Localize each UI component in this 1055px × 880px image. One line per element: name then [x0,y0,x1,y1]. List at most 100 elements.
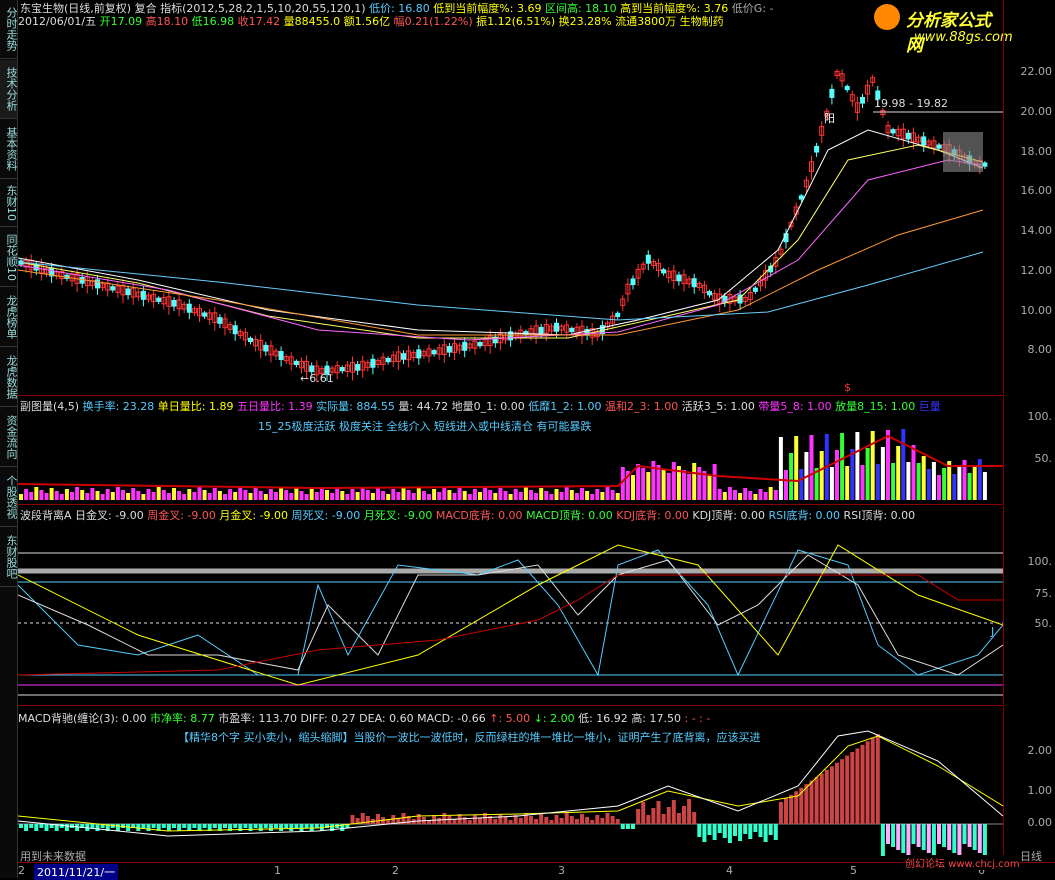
tab-stock-insight[interactable]: 个股透视 [0,468,18,527]
volume-bar [70,492,74,500]
macd-histogram-bar [763,824,768,842]
macd-histogram-bar [850,751,855,824]
macd-histogram-bar [559,818,564,824]
oscillator-stat: 周金叉: -9.00 [147,509,220,522]
tab-technical[interactable]: 技术分析 [0,60,18,119]
volume-stat: 温和2_3: 1.00 [605,400,682,413]
macd-histogram-bar [233,824,238,828]
macd-histogram-bar [263,824,268,828]
macd-histogram-bar [243,824,248,828]
candle-body [416,349,422,359]
bar-volume: 量88455.0 [283,15,341,28]
oscillator-stat: RSI底背: 0.00 [768,509,844,522]
macd-histogram-bar [304,824,309,828]
volume-bar [549,494,554,500]
macd-histogram-bar [661,814,666,824]
oscillator-stat: KDJ顶背: 0.00 [692,509,769,522]
macd-histogram-bar [743,824,748,834]
macd-stat: ↑: 5.00 [489,712,534,725]
candle-body [982,162,988,167]
volume-bar [177,491,182,500]
macd-histogram-bar [875,734,880,824]
volume-bar [880,447,885,500]
macd-histogram-bar [753,824,758,832]
period-label[interactable]: 日线 [1020,848,1042,864]
macd-histogram-bar [865,741,870,824]
volume-bar [967,473,972,500]
candle-body [615,312,621,317]
volume-bar [845,466,850,500]
tab-dragon-tiger-data[interactable]: 龙虎数据 [0,348,18,407]
macd-stat: DEA: 0.60 [359,712,418,725]
volume-bar [748,491,753,500]
volume-bar [381,491,386,500]
volume-bar [19,494,23,500]
volume-stat: 实际量: 884.55 [316,400,399,413]
macd-panel[interactable]: MACD背驰(缠论(3): 0.00 市净率: 8.77 市盈率: 113.70… [18,706,1003,863]
macd-histogram-bar [778,801,783,824]
macd-histogram-bar [539,814,544,824]
tab-intraday[interactable]: 分时走势 [0,0,18,59]
macd-histogram-bar [972,824,977,850]
macd-histogram-bar [835,762,839,824]
bar-open: 开17.09 [99,15,143,28]
volume-bar [661,469,666,500]
macd-histogram-bar [202,824,207,828]
macd-histogram-bar [95,824,100,831]
candle-body [707,291,712,296]
macd-histogram-bar [115,824,120,831]
macd-histogram-bar [646,815,651,824]
volume-bar [34,487,39,500]
macd-histogram-bar [141,824,146,828]
main-price-chart[interactable]: 东宝生物(日线,前复权) 复合 指标(2012,5,28,2,1,5,10,20… [18,0,1013,396]
macd-histogram-bar [580,814,584,824]
volume-bar [799,469,804,500]
candle-body [829,88,835,98]
volume-header: 副图量(4,5) 换手率: 23.28 单日量比: 1.89 五日量比: 1.3… [20,398,941,414]
volume-bar [29,492,34,500]
macd-histogram-bar [768,824,773,835]
volume-bar [75,487,80,500]
macd-histogram-bar [503,817,508,824]
volume-bar [896,446,901,500]
oscillator-panel[interactable]: 波段背离A 日金叉: -9.00 周金叉: -9.00 月金叉: -9.00 周… [18,505,1003,706]
oscillator-stat: RSI顶背: 0.00 [843,509,916,522]
time-axis-bar[interactable]: 2011/11/21/一 2 1 2 3 4 5 6 创幻论坛 www.chcj… [18,855,1055,880]
tab-eastmoney10[interactable]: 东财10 [0,180,18,227]
volume-bar [100,494,105,500]
candle-body [263,344,269,352]
ma10-line [18,144,984,339]
macd-histogram-bar [931,824,936,856]
candle-body [339,367,345,372]
macd-histogram-bar [212,824,217,828]
tab-fund-flow[interactable]: 资金流向 [0,408,18,467]
macd-histogram-bar [620,824,625,829]
tab-fundamentals[interactable]: 基本资料 [0,120,18,179]
macd-histogram-bar [921,824,926,850]
red-step-line [18,574,1003,676]
volume-bar [447,490,452,500]
tab-eastmoney-forum[interactable]: 东财股吧 [0,528,18,587]
volume-bar [829,467,834,500]
candle-body [844,85,850,91]
volume-bar [559,492,564,500]
candle-body [401,353,406,360]
volume-bar [24,489,29,500]
macd-header: MACD背驰(缠论(3): 0.00 市净率: 8.77 市盈率: 113.70… [18,710,710,726]
volume-bar [110,492,115,500]
volume-bar [722,492,727,500]
j-marker: J [991,625,995,638]
candle-body [890,129,896,134]
macd-histogram-bar [549,820,554,824]
volume-bar [217,491,222,500]
volume-bar [498,488,503,500]
volume-stat: 放量8_15: 1.00 [835,400,919,413]
tab-ths10[interactable]: 同花顺10 [0,228,18,287]
macd-histogram-bar [926,824,931,853]
macd-histogram-bar [845,755,850,824]
volume-bar [386,494,391,500]
volume-panel[interactable]: 副图量(4,5) 换手率: 23.28 单日量比: 1.89 五日量比: 1.3… [18,396,1003,505]
macd-histogram-bar [529,816,533,824]
tab-dragon-tiger-list[interactable]: 龙虎榜单 [0,288,18,347]
macd-histogram-bar [39,824,44,828]
